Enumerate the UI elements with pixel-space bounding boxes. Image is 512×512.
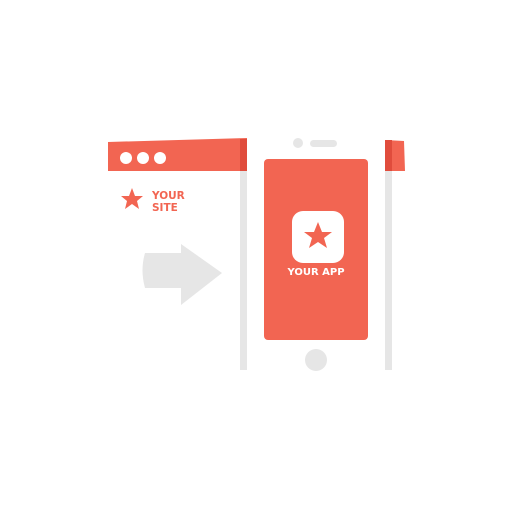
speaker [310,140,337,147]
camera-icon [293,138,303,148]
browser-edge [240,171,247,370]
home-button[interactable] [305,349,327,371]
browser-bar-edge [240,139,247,171]
app-label: YOUR APP [286,267,344,278]
site-label-line2: SITE [152,202,178,214]
window-dot-icon [154,152,166,164]
phone: YOUR APP [264,138,368,371]
window-dot-icon [137,152,149,164]
website-to-app-illustration: YOUR SITE YOUR APP [108,138,405,371]
site-label-line1: YOUR [151,190,185,202]
right-browser-fragment [385,140,405,370]
arrow-right-icon [142,244,222,305]
window-dot-icon [120,152,132,164]
star-icon [121,188,143,209]
